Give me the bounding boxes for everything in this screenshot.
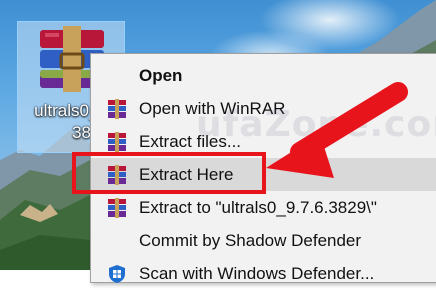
desktop-background: ultrals0_9 3829 Open Open with WinRAR Ex… <box>0 0 436 283</box>
red-arrow-icon <box>266 82 408 178</box>
